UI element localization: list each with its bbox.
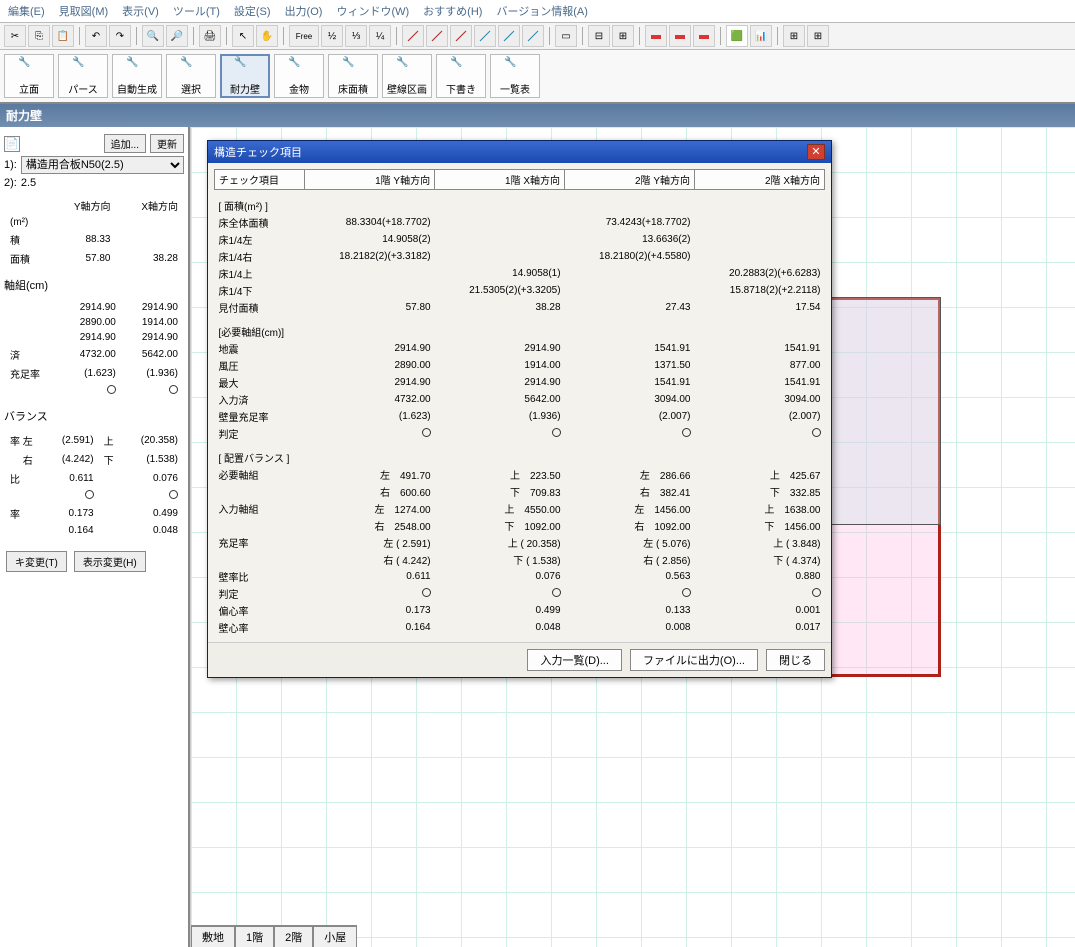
mode-button-床面積[interactable]: 🔧床面積 <box>328 54 378 98</box>
edit-button[interactable]: キ変更(T) <box>6 551 67 572</box>
free-icon[interactable]: Free <box>289 25 319 47</box>
dim2-icon[interactable]: ⊞ <box>612 25 634 47</box>
menu-item[interactable]: ツール(T) <box>173 3 220 19</box>
line3-icon[interactable] <box>450 25 472 47</box>
menu-item[interactable]: 設定(S) <box>234 3 271 19</box>
line4-icon[interactable] <box>474 25 496 47</box>
toolbar-small: ✂ ⎘ 📋 ↶ ↷ 🔍 🔎 🖨 ↖ ✋ Free ½ ⅓ ¼ ▭ ⊟ ⊞ 🟩 📊… <box>0 22 1075 50</box>
mode-button-選択[interactable]: 🔧選択 <box>166 54 216 98</box>
mode-button-壁線区画[interactable]: 🔧壁線区画 <box>382 54 432 98</box>
close-icon[interactable]: ✕ <box>807 144 825 160</box>
value-label: 2): <box>4 177 17 189</box>
menu-item[interactable]: 表示(V) <box>122 3 159 19</box>
value-display: 2.5 <box>21 177 36 189</box>
cut-icon[interactable]: ✂ <box>4 25 26 47</box>
canvas-tabs: 敷地1階2階小屋 <box>191 925 357 947</box>
panel-title: 耐力壁 <box>0 104 1075 127</box>
layer2-icon[interactable] <box>669 25 691 47</box>
quarter-icon[interactable]: ¼ <box>369 25 391 47</box>
mode-button-自動生成[interactable]: 🔧自動生成 <box>112 54 162 98</box>
side-sect-3: バランス <box>4 408 184 424</box>
menu-item[interactable]: 出力(O) <box>285 3 323 19</box>
toolbar-large: 🔧立面🔧パース🔧自動生成🔧選択🔧耐力壁🔧金物🔧床面積🔧壁線区画🔧下書き🔧一覧表 <box>0 50 1075 104</box>
layer1-icon[interactable] <box>645 25 667 47</box>
canvas-tab-小屋[interactable]: 小屋 <box>313 926 357 947</box>
check-table: チェック項目1階 Y軸方向1階 X軸方向2階 Y軸方向2階 X軸方向 [ 面積(… <box>214 169 825 636</box>
add-button[interactable]: 追加... <box>104 134 146 153</box>
layer3-icon[interactable] <box>693 25 715 47</box>
tool1-icon[interactable]: 🟩 <box>726 25 748 47</box>
third-icon[interactable]: ⅓ <box>345 25 367 47</box>
canvas-tab-1階[interactable]: 1階 <box>235 926 274 947</box>
canvas-tab-敷地[interactable]: 敷地 <box>191 926 235 947</box>
canvas-tab-2階[interactable]: 2階 <box>274 926 313 947</box>
side-sect-2: 軸組(cm) <box>4 277 184 293</box>
paste-icon[interactable]: 📋 <box>52 25 74 47</box>
tool2-icon[interactable]: 📊 <box>750 25 772 47</box>
form-icon[interactable]: 📄 <box>4 136 20 152</box>
menu-item[interactable]: おすすめ(H) <box>423 3 482 19</box>
print-icon[interactable]: 🖨 <box>199 25 221 47</box>
line5-icon[interactable] <box>498 25 520 47</box>
mode-button-下書き[interactable]: 🔧下書き <box>436 54 486 98</box>
rect-icon[interactable]: ▭ <box>555 25 577 47</box>
menu-item[interactable]: 見取図(M) <box>59 3 109 19</box>
mode-button-金物[interactable]: 🔧金物 <box>274 54 324 98</box>
mode-button-パース[interactable]: 🔧パース <box>58 54 108 98</box>
side-table-1: Y軸方向X軸方向 (m²)積88.33面積57.8038.28 <box>4 195 184 269</box>
close-button[interactable]: 閉じる <box>766 649 825 671</box>
input-list-button[interactable]: 入力一覧(D)... <box>527 649 621 671</box>
mode-button-一覧表[interactable]: 🔧一覧表 <box>490 54 540 98</box>
output-file-button[interactable]: ファイルに出力(O)... <box>630 649 758 671</box>
dialog-title-text: 構造チェック項目 <box>214 144 302 160</box>
display-button[interactable]: 表示変更(H) <box>74 551 146 572</box>
menu-item[interactable]: バージョン情報(A) <box>496 3 587 19</box>
side-table-3: 率 左(2.591)上(20.358) 右(4.242)下(1.538)比0.6… <box>4 430 184 539</box>
undo-icon[interactable]: ↶ <box>85 25 107 47</box>
mode-button-耐力壁[interactable]: 🔧耐力壁 <box>220 54 270 98</box>
zoom-out-icon[interactable]: 🔍 <box>142 25 164 47</box>
dim1-icon[interactable]: ⊟ <box>588 25 610 47</box>
structure-check-dialog: 構造チェック項目 ✕ チェック項目1階 Y軸方向1階 X軸方向2階 Y軸方向2階… <box>207 140 832 678</box>
select-icon[interactable]: ↖ <box>232 25 254 47</box>
half-icon[interactable]: ½ <box>321 25 343 47</box>
side-table-2: 2914.902914.902890.001914.002914.902914.… <box>4 299 184 400</box>
sidebar: 📄 追加... 更新 1): 構造用合板N50(2.5) 2): 2.5 Y軸方… <box>0 127 190 947</box>
update-button[interactable]: 更新 <box>150 134 184 153</box>
zoom-in-icon[interactable]: 🔎 <box>166 25 188 47</box>
line1-icon[interactable] <box>402 25 424 47</box>
tool3-icon[interactable]: ⊞ <box>783 25 805 47</box>
dialog-titlebar[interactable]: 構造チェック項目 ✕ <box>208 141 831 163</box>
copy-icon[interactable]: ⎘ <box>28 25 50 47</box>
material-select[interactable]: 構造用合板N50(2.5) <box>21 156 184 174</box>
line2-icon[interactable] <box>426 25 448 47</box>
menubar[interactable]: 編集(E) 見取図(M) 表示(V) ツール(T) 設定(S) 出力(O) ウィンドウ(W)… <box>0 0 1075 22</box>
select-label: 1): <box>4 159 17 171</box>
menu-item[interactable]: 編集(E) <box>8 3 45 19</box>
tool4-icon[interactable]: ⊞ <box>807 25 829 47</box>
pan-icon[interactable]: ✋ <box>256 25 278 47</box>
mode-button-立面[interactable]: 🔧立面 <box>4 54 54 98</box>
line6-icon[interactable] <box>522 25 544 47</box>
redo-icon[interactable]: ↷ <box>109 25 131 47</box>
menu-item[interactable]: ウィンドウ(W) <box>336 3 409 19</box>
